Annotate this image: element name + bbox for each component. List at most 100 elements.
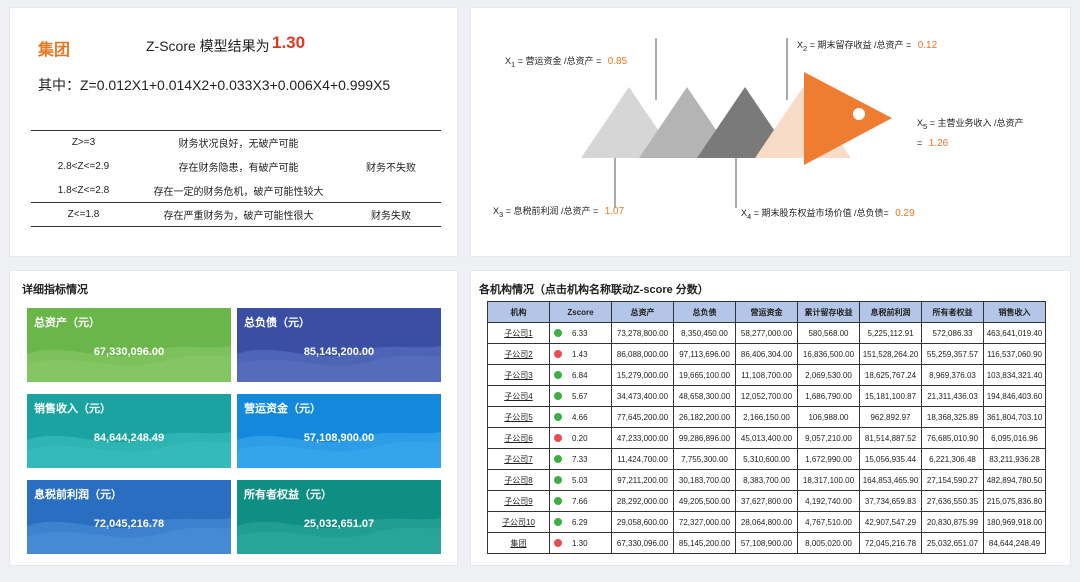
model-title: Z-Score 模型结果为 — [146, 38, 270, 54]
org-name-link[interactable]: 子公司10 — [502, 518, 535, 527]
org-name-link[interactable]: 子公司9 — [504, 497, 532, 506]
value-cell: 85,145,200.00 — [673, 532, 736, 554]
zscore-rule-row: Z>=3 财务状况良好，无破产可能 — [31, 130, 441, 155]
value-cell: 6,221,306.48 — [921, 448, 984, 470]
rule-range: Z<=1.8 — [31, 202, 136, 227]
org-name-link[interactable]: 子公司8 — [504, 476, 532, 485]
value-cell: 12,052,700.00 — [735, 385, 798, 407]
indicator-card-label: 销售收入（元） — [34, 403, 111, 415]
org-name-link[interactable]: 子公司7 — [504, 455, 532, 464]
indicator-card-label: 总负债（元） — [244, 317, 310, 329]
value-cell: 164,853,465.90 — [859, 469, 922, 491]
zscore-cell: 7.66 — [549, 490, 612, 512]
table-row: 子公司6 0.20 47,233,000.00 99,286,896.00 45,013… — [487, 427, 1046, 449]
value-cell: 8,969,376.03 — [921, 364, 984, 386]
zscore-value: 5.03 — [572, 475, 588, 485]
value-cell: 86,406,304.00 — [735, 343, 798, 365]
indicator-card-value: 57,108,900.00 — [303, 432, 375, 444]
value-cell: 11,108,700.00 — [735, 364, 798, 386]
rule-desc: 存在严重财务为，破产可能性很大 — [136, 202, 341, 227]
value-cell: 572,086.33 — [921, 322, 984, 344]
value-cell: 67,330,096.00 — [611, 532, 674, 554]
status-dot-icon — [554, 412, 562, 421]
value-cell: 215,075,836.80 — [983, 490, 1046, 512]
value-cell: 20,830,875.99 — [921, 511, 984, 533]
indicator-card: 总负债（元） 85,145,200.00 — [237, 308, 441, 382]
status-dot-icon — [554, 349, 562, 358]
value-cell: 18,368,325.89 — [921, 406, 984, 428]
value-cell: 8,005,020.00 — [797, 532, 860, 554]
org-name-link[interactable]: 集团 — [511, 539, 527, 548]
table-row: 子公司10 6.29 29,058,600.00 72,327,000.00 28,06… — [487, 511, 1046, 533]
org-name-cell: 子公司6 — [487, 427, 550, 449]
org-name-link[interactable]: 子公司5 — [504, 413, 532, 422]
org-name-cell: 子公司1 — [487, 322, 550, 344]
table-row: 子公司3 6.84 15,279,000.00 19,665,100.00 11,108… — [487, 364, 1046, 386]
value-cell: 37,734,659.83 — [859, 490, 922, 512]
value-cell: 4,767,510.00 — [797, 511, 860, 533]
value-cell: 103,834,321.40 — [983, 364, 1046, 386]
detail-indicators-panel: 详细指标情况 总资产（元） 67,330,096.00 总负债（元） 85,145,2… — [9, 270, 458, 566]
org-name-cell: 子公司7 — [487, 448, 550, 470]
value-cell: 28,292,000.00 — [611, 490, 674, 512]
x1-value: 0.85 — [607, 56, 628, 67]
zscore-rule-row: Z<=1.8 存在严重财务为，破产可能性很大 财务失败 — [31, 202, 441, 227]
value-cell: 77,645,200.00 — [611, 406, 674, 428]
x1-label: X1 = 营运资金 /总资产 = 0.85 — [505, 56, 628, 69]
value-cell: 2,069,530.00 — [797, 364, 860, 386]
status-dot-icon — [554, 517, 562, 526]
indicator-card-label: 息税前利润（元） — [34, 489, 122, 501]
value-cell: 361,804,703.10 — [983, 406, 1046, 428]
value-cell: 49,205,500.00 — [673, 490, 736, 512]
value-cell: 26,182,200.00 — [673, 406, 736, 428]
indicator-card-label: 营运资金（元） — [244, 403, 321, 415]
value-cell: 962,892.97 — [859, 406, 922, 428]
x4-label: X4 = 期末股东权益市场价值 /总负债= 0.29 — [741, 208, 915, 221]
indicator-card-value: 25,032,651.07 — [303, 518, 375, 530]
value-cell: 72,045,216.78 — [859, 532, 922, 554]
indicator-card-value: 84,644,248.49 — [93, 432, 165, 444]
value-cell: 1,672,990.00 — [797, 448, 860, 470]
table-row: 子公司8 5.03 97,211,200.00 30,183,700.00 8,383,… — [487, 469, 1046, 491]
table-row: 集团 1.30 67,330,096.00 85,145,200.00 57,108,9… — [487, 532, 1046, 554]
x5-value: 1.26 — [928, 137, 949, 149]
org-name-cell: 子公司2 — [487, 343, 550, 365]
zscore-value: 5.67 — [572, 391, 588, 401]
value-cell: 116,537,060.90 — [983, 343, 1046, 365]
model-result-value: 1.30 — [272, 33, 306, 52]
org-name-cell: 集团 — [487, 532, 550, 554]
zscore-value: 4.66 — [572, 412, 588, 422]
org-name-link[interactable]: 子公司2 — [504, 350, 532, 359]
value-cell: 1,686,790.00 — [797, 385, 860, 407]
value-cell: 15,279,000.00 — [611, 364, 674, 386]
value-cell: 106,988.00 — [797, 406, 860, 428]
zscore-cell: 6.84 — [549, 364, 612, 386]
org-name-link[interactable]: 子公司4 — [504, 392, 532, 401]
value-cell: 15,181,100.87 — [859, 385, 922, 407]
rule-desc: 存在一定的财务危机，破产可能性较大 — [153, 186, 324, 198]
value-cell: 55,259,357.57 — [921, 343, 984, 365]
arrow-head — [804, 72, 892, 165]
column-header: 所有者权益 — [921, 301, 984, 323]
column-header: 息税前利润 — [859, 301, 922, 323]
org-name-link[interactable]: 子公司1 — [504, 329, 532, 338]
status-dot-icon — [554, 496, 562, 505]
org-name-link[interactable]: 子公司3 — [504, 371, 532, 380]
zscore-cell: 7.33 — [549, 448, 612, 470]
model-formula: 其中：Z=0.012X1+0.014X2+0.033X3+0.006X4+0.9… — [38, 77, 391, 93]
indicator-card: 总资产（元） 67,330,096.00 — [27, 308, 231, 382]
column-header: 营运资金 — [735, 301, 798, 323]
table-row: 子公司2 1.43 86,088,000.00 97,113,696.00 86,406… — [487, 343, 1046, 365]
rule-tag — [341, 130, 441, 155]
status-dot-icon — [554, 370, 562, 379]
value-cell: 16,836,500.00 — [797, 343, 860, 365]
table-row: 子公司5 4.66 77,645,200.00 26,182,200.00 2,166,… — [487, 406, 1046, 428]
org-name-link[interactable]: 子公司6 — [504, 434, 532, 443]
value-cell: 72,327,000.00 — [673, 511, 736, 533]
value-cell: 8,350,450.00 — [673, 322, 736, 344]
indicator-card-value: 72,045,216.78 — [93, 518, 165, 530]
zscore-value: 1.30 — [572, 538, 588, 548]
status-dot-icon — [554, 433, 562, 442]
status-dot-icon — [554, 454, 562, 463]
rule-desc: 财务状况良好，无破产可能 — [136, 130, 341, 155]
